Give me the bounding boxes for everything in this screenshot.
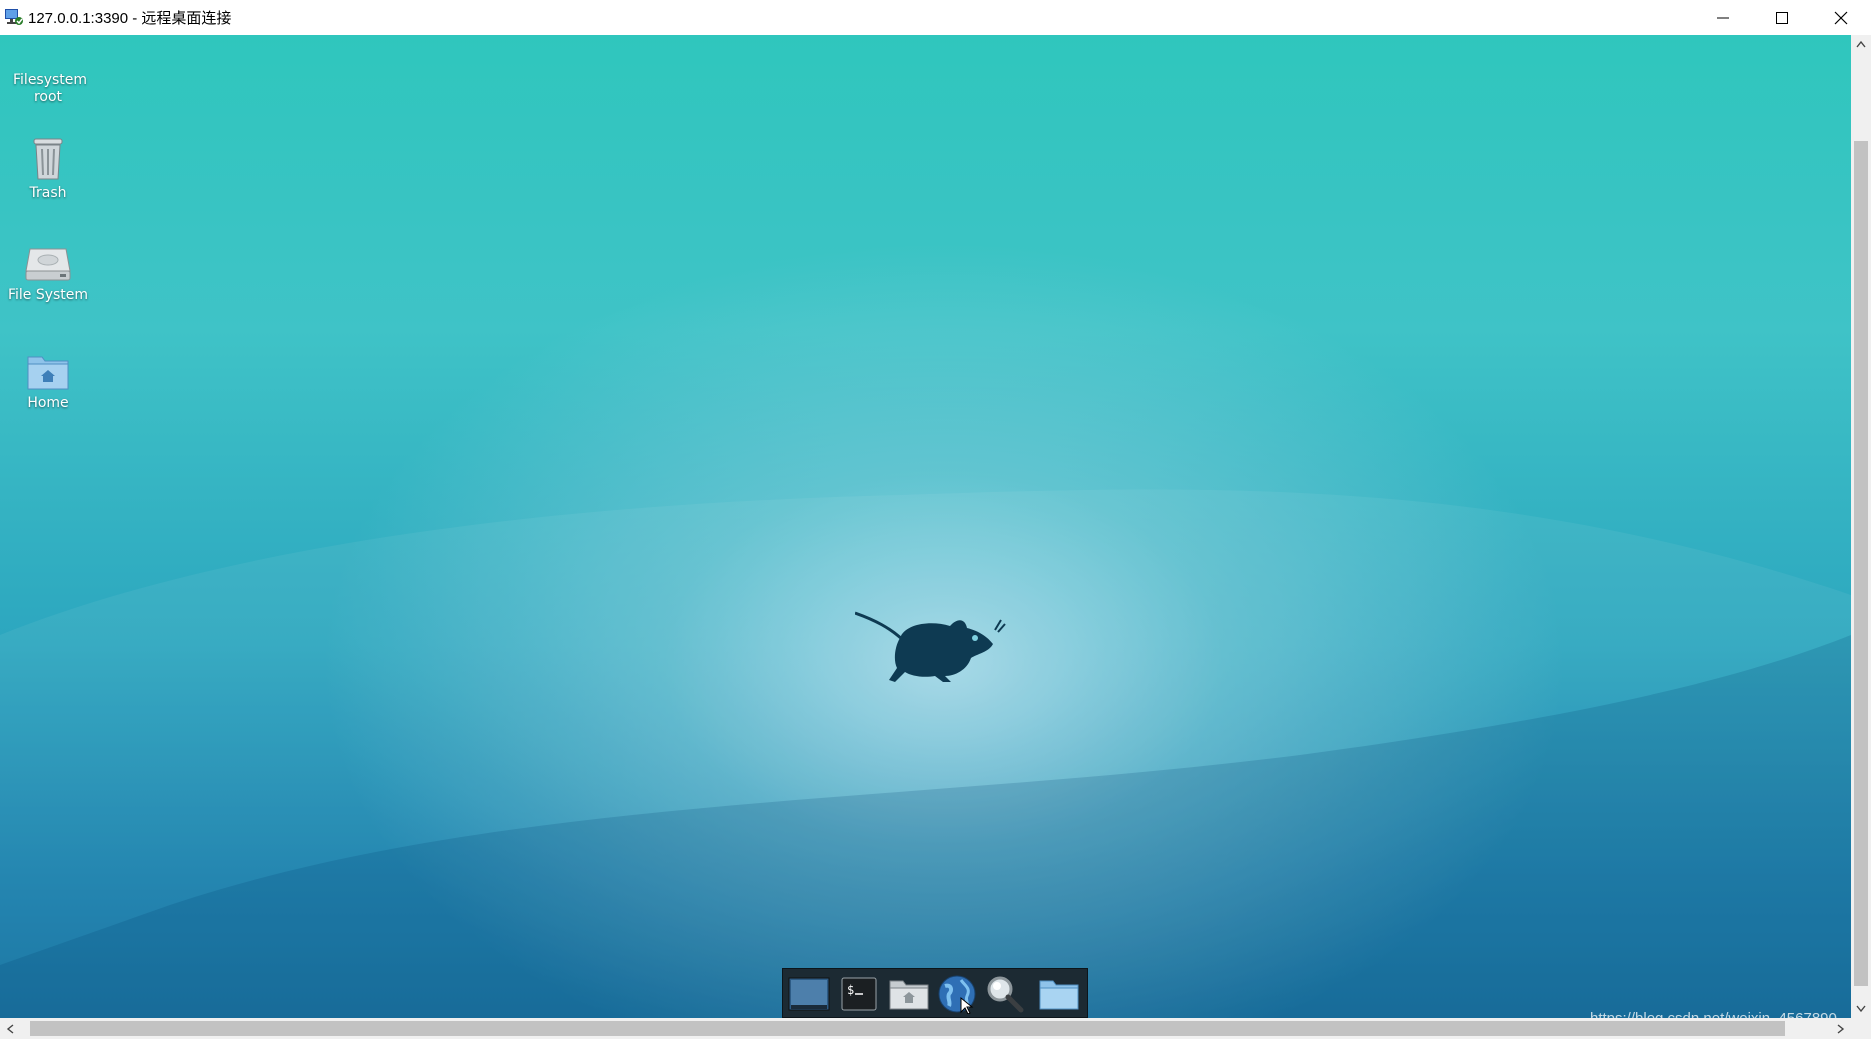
minimize-icon [1717, 17, 1729, 18]
minimize-button[interactable] [1694, 0, 1752, 35]
desktop-icon-label: File System [7, 287, 89, 303]
globe-icon [938, 975, 976, 1014]
desktop-icon-label: Filesystem root [13, 72, 88, 105]
dock-web-browser-button[interactable] [935, 972, 979, 1016]
chevron-right-icon [1837, 1023, 1845, 1034]
scroll-left-button[interactable] [0, 1018, 20, 1039]
remote-desktop-icon [4, 7, 24, 27]
window-title: 127.0.0.1:3390 - 远程桌面连接 [28, 10, 232, 27]
desktop-icon-trash[interactable]: Trash [0, 135, 96, 202]
dock-app-finder-button[interactable] [983, 972, 1027, 1016]
scroll-right-button[interactable] [1831, 1018, 1851, 1039]
watermark-text: https://blog.csdn.net/weixin_4567890 [1590, 1010, 1837, 1018]
desktop-icon-filesystem-root[interactable]: Filesystem root [0, 72, 96, 106]
scroll-down-button[interactable] [1851, 1000, 1871, 1018]
dock-show-desktop-button[interactable] [787, 972, 831, 1016]
svg-text:$: $ [847, 983, 854, 997]
scroll-up-button[interactable] [1851, 35, 1871, 53]
dock-terminal-button[interactable]: $ [837, 972, 881, 1016]
maximize-icon [1776, 11, 1788, 24]
horizontal-scrollbar[interactable] [0, 1018, 1851, 1039]
trash-icon [33, 138, 63, 180]
close-icon [1834, 11, 1848, 24]
xfce-mouse-logo [855, 611, 1006, 682]
horizontal-scrollbar-thumb[interactable] [30, 1021, 1785, 1036]
hard-drive-icon [25, 248, 71, 281]
magnifier-icon [987, 976, 1024, 1013]
close-button[interactable] [1812, 0, 1870, 35]
terminal-icon: $ [841, 977, 877, 1011]
show-desktop-icon [788, 977, 830, 1011]
window-title-bar: 127.0.0.1:3390 - 远程桌面连接 [0, 0, 1871, 35]
dock-folder-button[interactable] [1037, 972, 1081, 1016]
home-folder-icon [889, 980, 929, 1010]
wallpaper-wave [0, 489, 1851, 1018]
vertical-scrollbar-thumb[interactable] [1854, 141, 1868, 986]
dock-panel: $ [782, 968, 1088, 1018]
desktop-icon-home[interactable]: Home [0, 353, 96, 412]
chevron-down-icon [1856, 1005, 1866, 1013]
scrollbar-corner-grip [1851, 1018, 1871, 1039]
chevron-left-icon [6, 1023, 14, 1034]
maximize-button[interactable] [1753, 0, 1811, 35]
chevron-up-icon [1856, 40, 1866, 48]
folder-icon [1039, 980, 1079, 1010]
desktop-icon-label: Trash [29, 185, 67, 201]
desktop-icon-label: Home [27, 395, 69, 411]
home-folder-icon [27, 356, 69, 390]
desktop-icon-file-system[interactable]: File System [0, 245, 96, 304]
remote-desktop-area[interactable]: Filesystem root Trash File System Home $ [0, 35, 1851, 1018]
dock-file-manager-button[interactable] [887, 972, 931, 1016]
vertical-scrollbar[interactable] [1851, 35, 1871, 1018]
